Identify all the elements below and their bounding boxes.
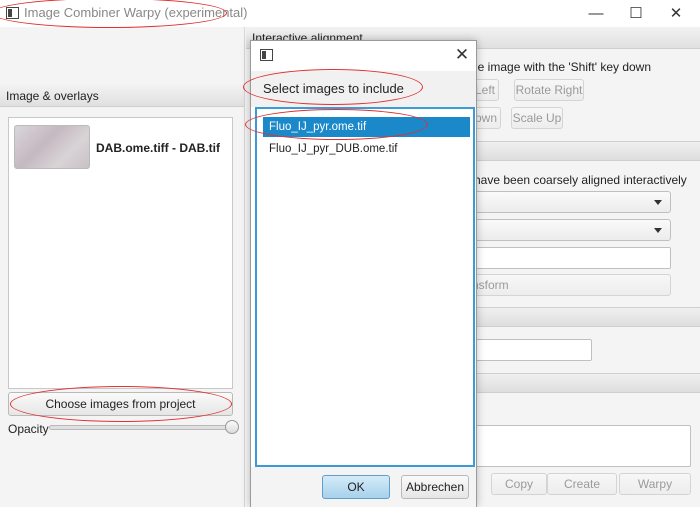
opacity-label: Opacity: [8, 422, 49, 436]
estimate-transform-button[interactable]: nsform: [471, 274, 671, 296]
registration-type-dropdown[interactable]: [471, 191, 671, 213]
copy-button[interactable]: Copy: [491, 473, 547, 495]
instruction-text: he image with the 'Shift' key down: [471, 60, 652, 74]
ok-button[interactable]: OK: [322, 475, 390, 499]
opacity-slider-thumb[interactable]: [225, 420, 239, 434]
section-divider: [471, 373, 700, 393]
transform-matrix-area[interactable]: [471, 425, 691, 467]
dialog-heading: Select images to include: [263, 81, 404, 96]
app-icon: [6, 7, 19, 19]
create-button[interactable]: Create: [547, 473, 617, 495]
image-list[interactable]: DAB.ome.tiff - DAB.tif: [8, 117, 233, 389]
opacity-slider-track[interactable]: [49, 425, 232, 430]
image-overlays-header: Image & overlays: [0, 85, 244, 107]
image-thumbnail: [14, 125, 90, 169]
auto-align-text: have been coarsely aligned interactively: [474, 173, 687, 187]
list-item-selected[interactable]: Fluo_IJ_pyr.ome.tif: [263, 117, 470, 137]
choose-images-button[interactable]: Choose images from project: [8, 392, 233, 416]
scale-up-button[interactable]: Scale Up: [511, 107, 563, 129]
close-button[interactable]: ✕: [656, 2, 696, 24]
rotate-right-button[interactable]: Rotate Right: [514, 79, 584, 101]
dialog-close-button[interactable]: ✕: [450, 44, 474, 66]
section-divider: [471, 141, 700, 161]
image-select-list[interactable]: Fluo_IJ_pyr.ome.tif Fluo_IJ_pyr_DUB.ome.…: [255, 107, 475, 467]
minimize-button[interactable]: —: [576, 2, 616, 24]
list-item[interactable]: DAB.ome.tiff - DAB.tif: [14, 125, 229, 171]
list-item[interactable]: Fluo_IJ_pyr_DUB.ome.tif: [263, 139, 470, 159]
section-divider: [471, 307, 700, 327]
left-panel: Image & overlays DAB.ome.tiff - DAB.tif …: [0, 27, 245, 507]
transform-text-field[interactable]: [471, 339, 592, 361]
list-item-label: DAB.ome.tiff - DAB.tif: [96, 141, 220, 155]
dialog-header: Select images to include: [251, 71, 476, 107]
warpy-button[interactable]: Warpy: [619, 473, 691, 495]
alignment-type-dropdown[interactable]: [471, 219, 671, 241]
select-images-dialog: ✕ Select images to include Fluo_IJ_pyr.o…: [250, 40, 477, 507]
maximize-button[interactable]: ☐: [616, 2, 656, 24]
window-title: Image Combiner Warpy (experimental): [24, 5, 248, 20]
resolution-field[interactable]: [471, 247, 671, 269]
window-title-bar: Image Combiner Warpy (experimental) — ☐ …: [0, 0, 700, 27]
dialog-footer: OK Abbrechen: [251, 467, 476, 507]
cancel-button[interactable]: Abbrechen: [401, 475, 469, 499]
dialog-app-icon: [260, 49, 273, 61]
